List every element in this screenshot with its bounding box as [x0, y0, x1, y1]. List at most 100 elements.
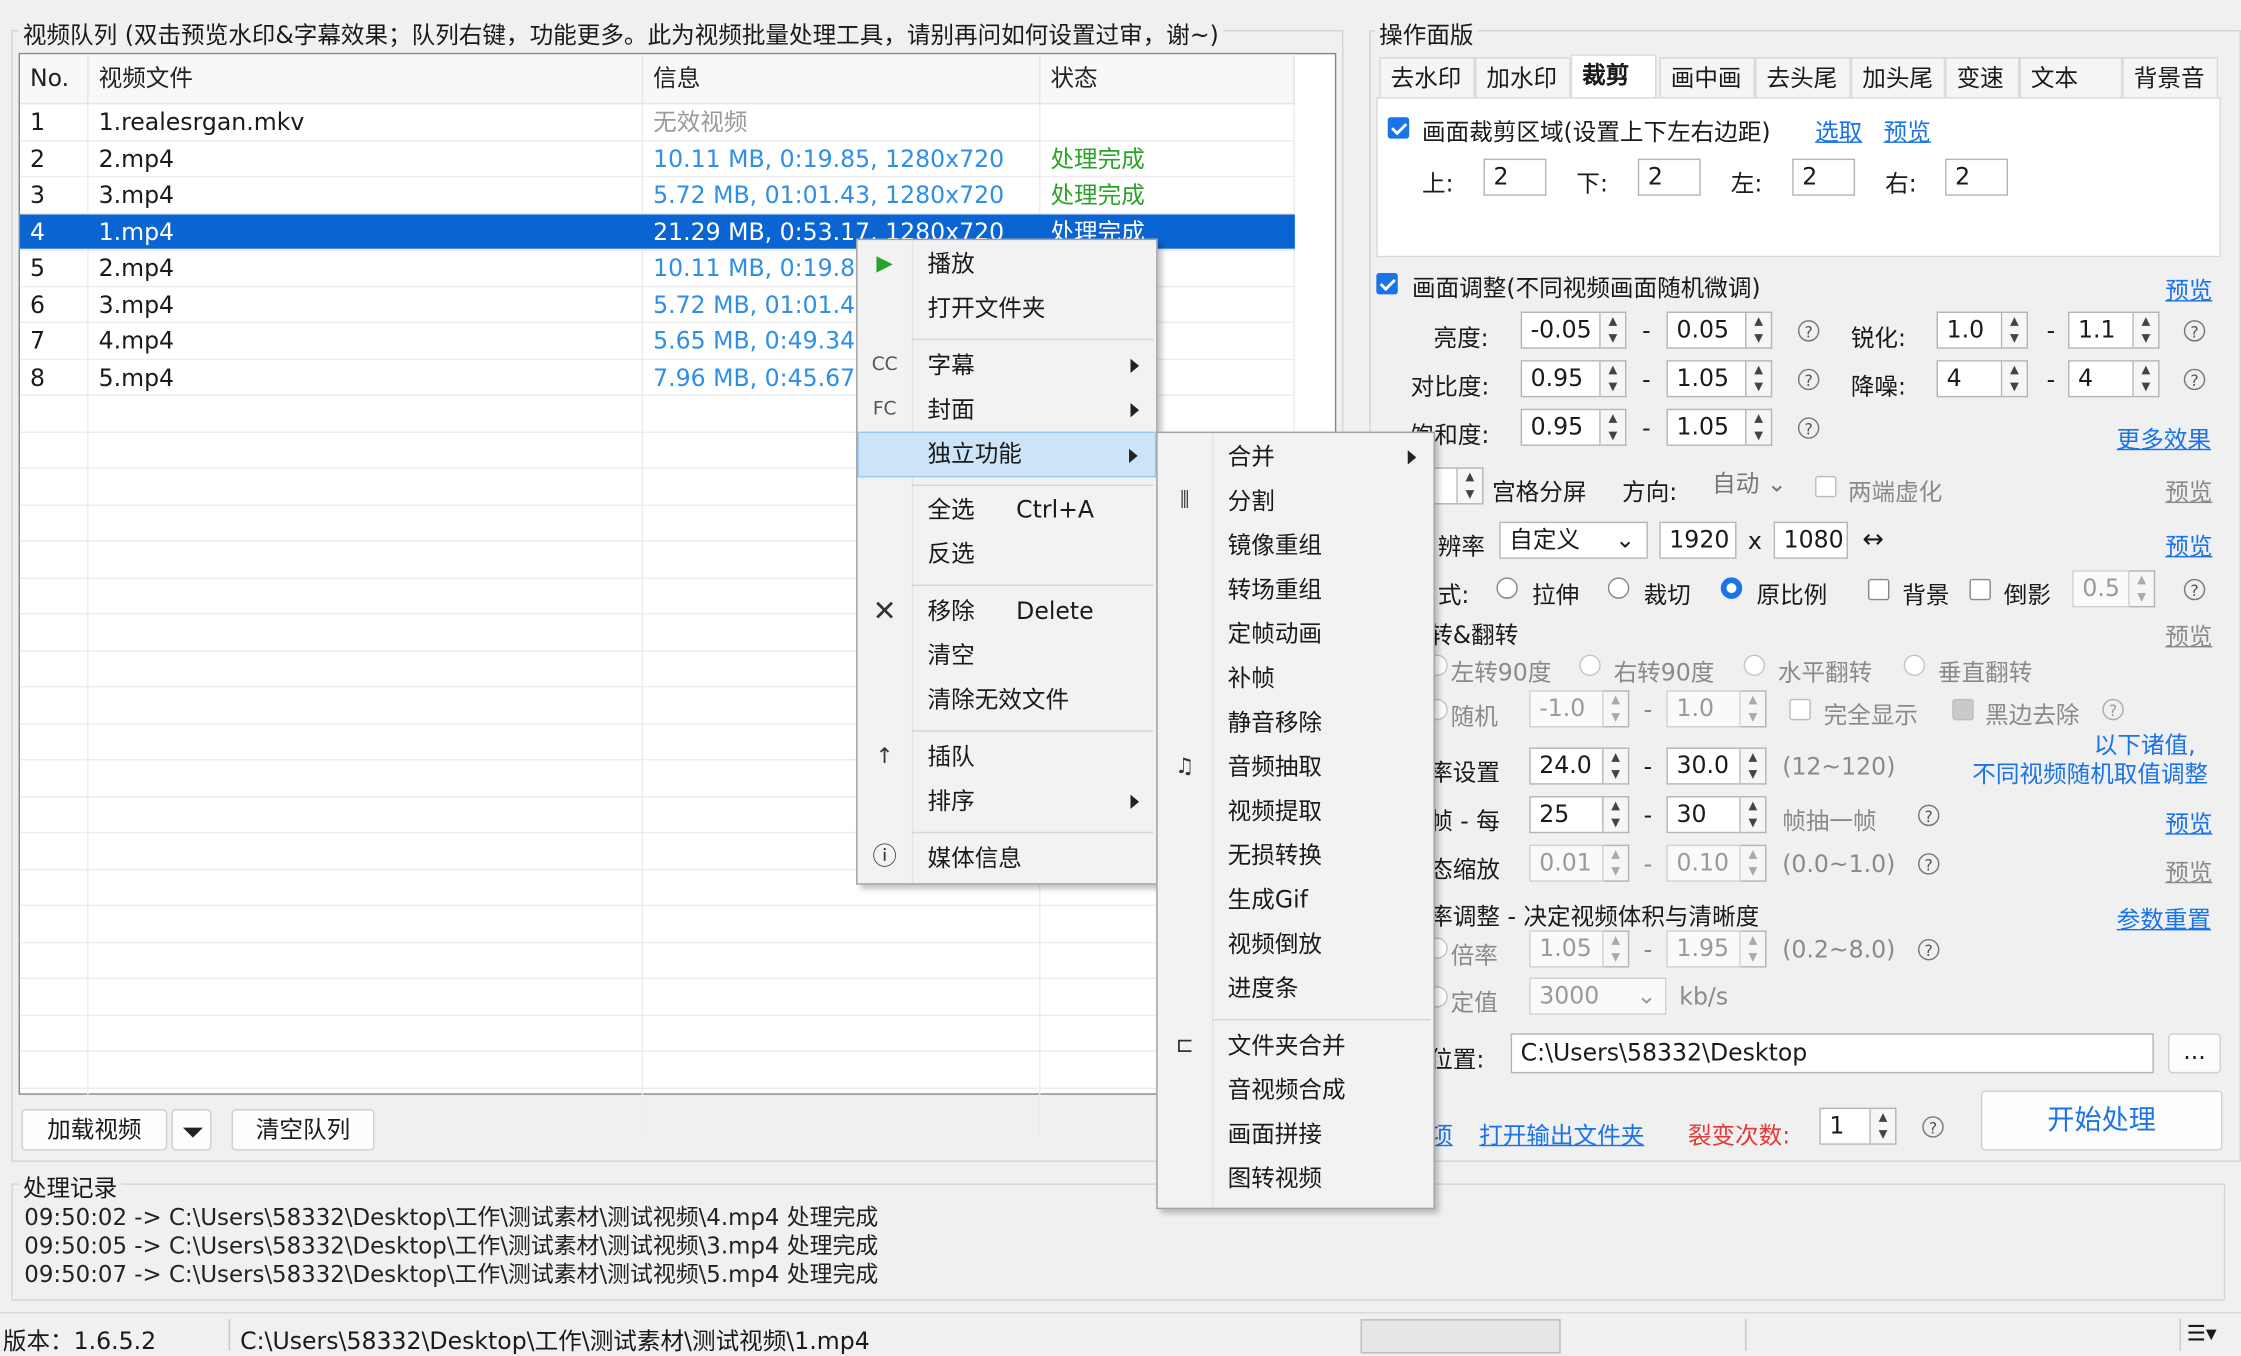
submenu-item-folder-merge[interactable]: ⊏ 文件夹合并: [1158, 1025, 1434, 1066]
black-border-checkbox[interactable]: [1952, 698, 1974, 721]
reflect-input[interactable]: 0.5: [2072, 570, 2130, 608]
resolution-preview-link[interactable]: 预览: [2165, 527, 2212, 561]
tab-trim[interactable]: 去头尾: [1755, 57, 1851, 98]
tab-crop[interactable]: 裁剪: [1570, 54, 1657, 99]
spinner-icon[interactable]: ▲ ▼: [1746, 360, 1773, 398]
spinner-icon[interactable]: ▲ ▼: [1740, 844, 1767, 882]
submenu-item-silence-remove[interactable]: 静音移除: [1158, 702, 1434, 743]
load-video-button[interactable]: 加载视频: [21, 1109, 168, 1151]
spinner-icon[interactable]: ▲ ▼: [1600, 360, 1627, 398]
zoom-preview-link[interactable]: 预览: [2165, 853, 2212, 887]
submenu-item-split[interactable]: ⫼ 分割: [1158, 480, 1434, 521]
tab-text[interactable]: 文本: [2019, 57, 2123, 98]
tab-remove-watermark[interactable]: 去水印: [1379, 57, 1475, 98]
full-display-checkbox[interactable]: [1789, 698, 1811, 721]
fps-max[interactable]: 30.0: [1666, 747, 1741, 785]
crop-select-link[interactable]: 选取: [1815, 113, 1862, 147]
rand-rotate-max[interactable]: 1.0: [1666, 690, 1741, 728]
start-button[interactable]: 开始处理: [1980, 1090, 2223, 1151]
spinner-icon[interactable]: ▲ ▼: [2002, 311, 2029, 349]
ratio-max[interactable]: 1.95: [1666, 930, 1741, 968]
submenu-item-merge[interactable]: 合并: [1158, 436, 1434, 477]
frame-min[interactable]: 25: [1529, 796, 1604, 834]
crop-bottom-input[interactable]: 2: [1637, 158, 1701, 196]
spinner-icon[interactable]: ▲ ▼: [2133, 360, 2160, 398]
output-path-input[interactable]: C:\Users\58332\Desktop: [1510, 1033, 2154, 1074]
menu-item-standalone[interactable]: 独立功能: [857, 431, 1157, 478]
spinner-icon[interactable]: ▲ ▼: [1600, 311, 1627, 349]
menu-item-subtitle[interactable]: CC 字幕: [858, 344, 1157, 385]
help-icon[interactable]: ?: [2102, 698, 2124, 721]
submenu-item-img-to-video[interactable]: 图转视频: [1158, 1158, 1434, 1199]
rand-rotate-min[interactable]: -1.0: [1529, 690, 1604, 728]
fixed-bitrate-select[interactable]: 3000 ⌄: [1529, 977, 1667, 1015]
resolution-select[interactable]: 自定义 ⌄: [1499, 521, 1648, 559]
background-checkbox[interactable]: [1867, 578, 1890, 601]
menu-item-sort[interactable]: 排序: [858, 780, 1157, 821]
spinner-icon[interactable]: ▲ ▼: [1603, 930, 1630, 968]
adjust-checkbox[interactable]: [1376, 272, 1398, 295]
spinner-icon[interactable]: ▲ ▼: [1600, 408, 1627, 446]
spinner-icon[interactable]: ▲ ▼: [1457, 467, 1484, 505]
open-output-folder-link[interactable]: 打开输出文件夹: [1479, 1116, 1644, 1150]
submenu-item-stitch[interactable]: 画面拼接: [1158, 1113, 1434, 1154]
crop-right-input[interactable]: 2: [1945, 158, 2009, 196]
sharpen-min[interactable]: 1.0: [1936, 311, 2003, 349]
submenu-item-freeze[interactable]: 定帧动画: [1158, 613, 1434, 654]
clear-queue-button[interactable]: 清空队列: [231, 1109, 375, 1151]
menu-item-select-all[interactable]: 全选 Ctrl+A: [858, 489, 1157, 530]
split-count-input[interactable]: 1: [1819, 1107, 1871, 1145]
spinner-icon[interactable]: ▲ ▼: [1740, 747, 1767, 785]
submenu-item-audio-extract[interactable]: ♫ 音频抽取: [1158, 746, 1434, 787]
col-header-info[interactable]: 信息: [643, 54, 1041, 103]
help-icon[interactable]: ?: [2183, 320, 2206, 342]
width-input[interactable]: 1920: [1659, 521, 1737, 559]
frame-preview-link[interactable]: 预览: [2165, 805, 2212, 839]
crop-checkbox[interactable]: [1387, 117, 1410, 139]
blur-ends-checkbox[interactable]: [1815, 475, 1837, 498]
crop-top-input[interactable]: 2: [1483, 158, 1547, 196]
tab-speed[interactable]: 变速: [1945, 57, 2020, 98]
col-header-no[interactable]: No.: [20, 54, 89, 103]
submenu-item-reverse[interactable]: 视频倒放: [1158, 923, 1434, 964]
saturation-min[interactable]: 0.95: [1520, 408, 1601, 446]
submenu-item-mirror[interactable]: 镜像重组: [1158, 525, 1434, 566]
hflip-radio[interactable]: [1743, 654, 1766, 677]
menu-item-insert[interactable]: ↑ 插队: [858, 736, 1157, 777]
menu-item-clear[interactable]: 清空: [858, 635, 1157, 676]
spinner-icon[interactable]: ▲ ▼: [1603, 747, 1630, 785]
table-row[interactable]: 2 2.mp4 10.11 MB, 0:19.85, 1280x720 处理完成: [20, 141, 1295, 177]
tab-bgm[interactable]: 背景音: [2122, 57, 2219, 98]
table-row[interactable]: 3 3.mp4 5.72 MB, 01:01.43, 1280x720 处理完成: [20, 177, 1295, 213]
sharpen-max[interactable]: 1.1: [2068, 311, 2134, 349]
denoise-max[interactable]: 4: [2068, 360, 2134, 398]
submenu-item-transition[interactable]: 转场重组: [1158, 569, 1434, 610]
fps-min[interactable]: 24.0: [1529, 747, 1604, 785]
swap-icon[interactable]: ↔: [1862, 525, 1884, 555]
spinner-icon[interactable]: ▲ ▼: [2129, 570, 2156, 608]
col-header-status[interactable]: 状态: [1040, 54, 1295, 103]
spinner-icon[interactable]: ▲ ▼: [2002, 360, 2029, 398]
zoom-max[interactable]: 0.10: [1666, 844, 1741, 882]
more-effects-link[interactable]: 更多效果: [2117, 420, 2211, 454]
brightness-max[interactable]: 0.05: [1666, 311, 1747, 349]
spinner-icon[interactable]: ▲ ▼: [1740, 930, 1767, 968]
spinner-icon[interactable]: ▲ ▼: [1870, 1107, 1897, 1145]
spinner-icon[interactable]: ▲ ▼: [1746, 408, 1773, 446]
saturation-max[interactable]: 1.05: [1666, 408, 1747, 446]
col-header-file[interactable]: 视频文件: [89, 54, 644, 103]
rotate-preview-link[interactable]: 预览: [2165, 617, 2212, 651]
table-row[interactable]: 1 1.realesrgan.mkv 无效视频: [20, 104, 1295, 140]
help-icon[interactable]: ?: [1922, 1116, 1944, 1138]
spinner-icon[interactable]: ▲ ▼: [1603, 844, 1630, 882]
contrast-min[interactable]: 0.95: [1520, 360, 1601, 398]
denoise-min[interactable]: 4: [1936, 360, 2003, 398]
menu-item-clear-invalid[interactable]: 清除无效文件: [858, 679, 1157, 720]
tab-add-watermark[interactable]: 加水印: [1474, 57, 1571, 98]
menu-item-media-info[interactable]: ⓘ 媒体信息: [858, 838, 1157, 879]
load-dropdown-button[interactable]: [171, 1109, 212, 1151]
menu-item-open-folder[interactable]: 打开文件夹: [858, 287, 1157, 328]
help-icon[interactable]: ?: [1917, 938, 1940, 961]
spinner-icon[interactable]: ▲ ▼: [1740, 690, 1767, 728]
help-icon[interactable]: ?: [1797, 417, 1820, 439]
